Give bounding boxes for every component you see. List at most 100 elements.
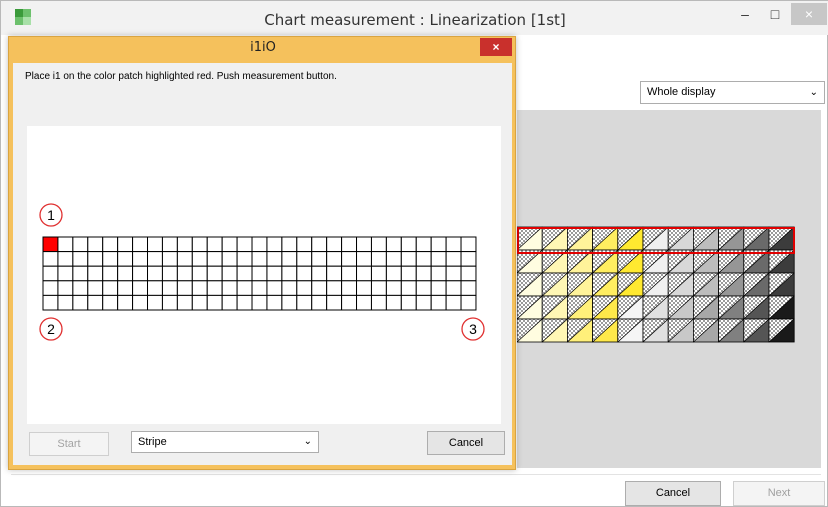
instruction-text: Place i1 on the color patch highlighted …: [25, 71, 337, 82]
patch-cell: [72, 236, 89, 253]
preview-patch: [718, 318, 745, 343]
patch-cell: [341, 236, 358, 253]
patch-cell: [341, 294, 358, 311]
patch-cell: [42, 265, 59, 282]
patch-cell: [400, 251, 417, 267]
next-button[interactable]: Next: [733, 481, 825, 506]
patch-cell: [415, 251, 432, 267]
patch-cell: [415, 280, 432, 296]
preview-patch: [718, 272, 745, 297]
patch-cell: [102, 251, 119, 267]
patch-cell: [400, 294, 417, 311]
dialog-body: Place i1 on the color patch highlighted …: [13, 63, 512, 465]
patch-cell: [281, 265, 298, 282]
patch-cell: [415, 236, 432, 253]
patch-cell: [430, 251, 447, 267]
patch-cell: [221, 294, 238, 311]
divider: [11, 474, 821, 475]
patch-cell: [72, 265, 89, 282]
patch-cell: [57, 280, 74, 296]
maximize-button[interactable]: □: [761, 3, 789, 25]
patch-cell: [251, 294, 268, 311]
patch-cell: [206, 294, 223, 311]
patch-cell: [87, 280, 104, 296]
patch-cell: [385, 280, 402, 296]
patch-cell: [460, 236, 477, 253]
preview-patch: [516, 318, 543, 343]
preview-patch: [617, 318, 644, 343]
marker-3-label: 3: [469, 321, 477, 337]
patch-cell: [191, 251, 208, 267]
preview-patch: [592, 295, 619, 320]
patch-cell: [57, 236, 74, 253]
patch-cell: [430, 280, 447, 296]
patch-cell: [460, 294, 477, 311]
marker-1-label: 1: [47, 207, 55, 223]
patch-cell: [311, 280, 328, 296]
patch-cell: [370, 265, 387, 282]
patch-cell: [161, 236, 178, 253]
patch-cell: [102, 280, 119, 296]
preview-patch: [516, 295, 543, 320]
preview-patch: [592, 318, 619, 343]
preview-patch: [642, 318, 669, 343]
patch-cell: [356, 265, 372, 282]
patch-cell: [251, 236, 268, 253]
mode-select[interactable]: Stripe ⌄: [131, 431, 319, 453]
patch-cell: [430, 294, 447, 311]
patch-cell: [191, 294, 208, 311]
dialog-close-button[interactable]: ×: [480, 38, 512, 56]
window-title: Chart measurement : Linearization [1st]: [264, 11, 566, 29]
patch-cell: [132, 294, 149, 311]
chevron-down-icon: ⌄: [809, 87, 818, 98]
marker-2-label: 2: [47, 321, 55, 337]
preview-patch: [692, 318, 719, 343]
preview-patch: [743, 295, 770, 320]
preview-patch: [642, 272, 669, 297]
patch-cell: [236, 265, 253, 282]
dialog-cancel-button[interactable]: Cancel: [427, 431, 505, 455]
patch-cell: [251, 251, 268, 267]
patch-cell: [430, 265, 447, 282]
patch-cell: [176, 251, 193, 267]
close-window-button[interactable]: ×: [791, 3, 827, 25]
patch-cell: [266, 280, 283, 296]
patch-cell: [176, 280, 193, 296]
patch-cell: [236, 236, 253, 253]
chart-layout: 1 2 3: [27, 126, 501, 424]
preview-patch: [768, 318, 795, 343]
patch-cell: [445, 251, 462, 267]
patch-cell: [102, 236, 119, 253]
patch-cell: [132, 265, 149, 282]
minimize-button[interactable]: –: [731, 3, 759, 25]
patch-cell: [341, 265, 358, 282]
preview-patch: [667, 318, 694, 343]
patch-cell: [266, 251, 283, 267]
preview-patch: [617, 272, 644, 297]
patch-cell: [132, 236, 149, 253]
chart-preview-panel: [516, 110, 821, 468]
active-patch: [42, 236, 59, 253]
patch-cell: [236, 280, 253, 296]
patch-cell: [326, 236, 343, 253]
patch-cell: [87, 251, 104, 267]
patch-cell: [385, 251, 402, 267]
display-select[interactable]: Whole display ⌄: [640, 81, 825, 104]
patch-cell: [57, 294, 74, 311]
patch-cell: [206, 251, 223, 267]
patch-cell: [385, 265, 402, 282]
patch-cell: [221, 251, 238, 267]
preview-patch: [667, 295, 694, 320]
patch-cell: [266, 265, 283, 282]
patch-cell: [161, 251, 178, 267]
start-button[interactable]: Start: [29, 432, 109, 456]
i1io-dialog: i1iO × Place i1 on the color patch highl…: [8, 36, 516, 470]
preview-patch: [567, 272, 594, 297]
patch-cell: [132, 280, 149, 296]
patch-cell: [206, 236, 223, 253]
cancel-button[interactable]: Cancel: [625, 481, 721, 506]
marker-2: 2: [39, 317, 63, 341]
patch-cell: [281, 236, 298, 253]
patch-cell: [400, 265, 417, 282]
patch-cell: [147, 251, 163, 267]
